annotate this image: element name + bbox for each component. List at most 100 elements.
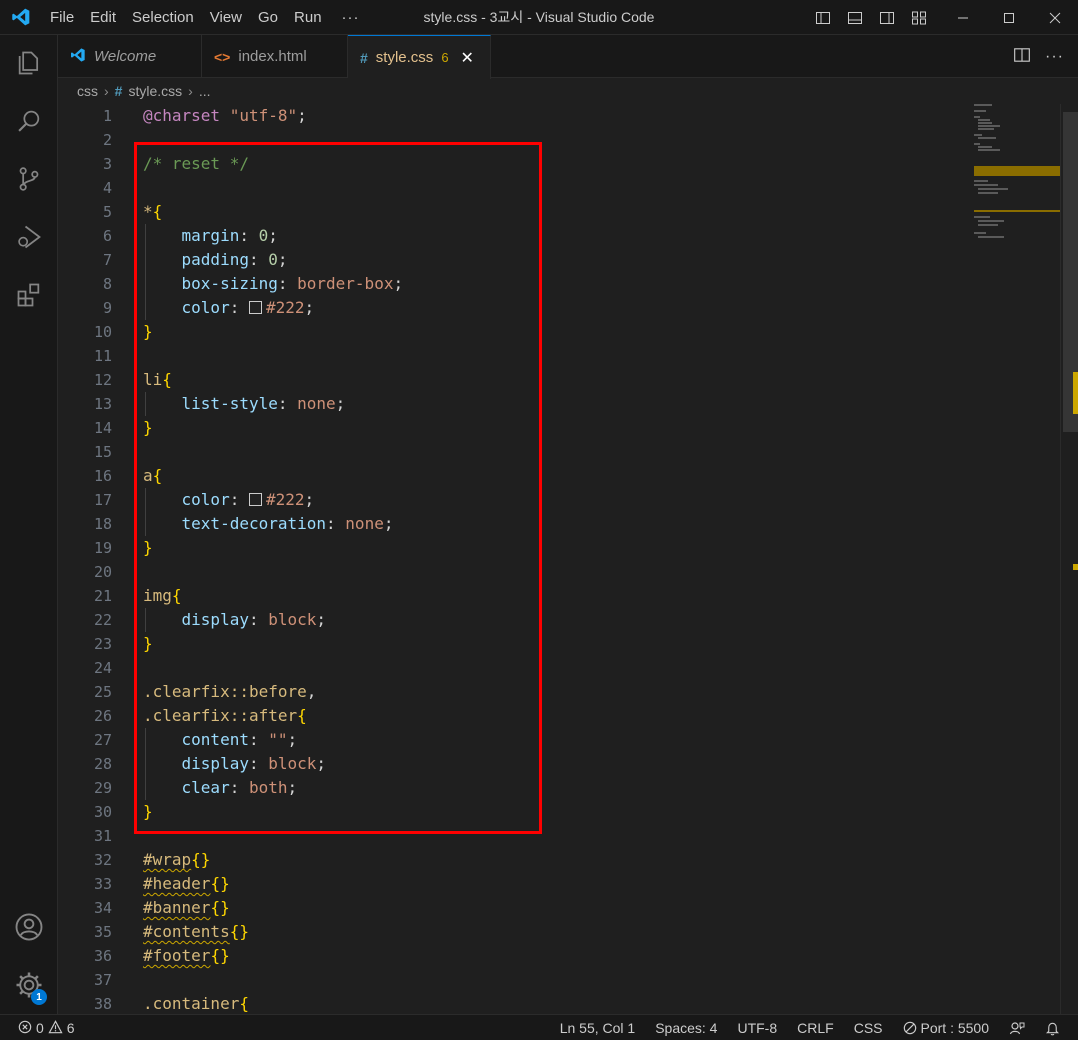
line-number: 7 (102, 251, 112, 269)
warning-icon (48, 1019, 63, 1037)
toggle-secondary-sidebar-icon[interactable] (876, 7, 898, 29)
line-number: 20 (93, 563, 112, 581)
code-token: #header (143, 874, 211, 893)
cursor-position[interactable]: Ln 55, Col 1 (560, 1020, 636, 1036)
toggle-primary-sidebar-icon[interactable] (812, 7, 834, 29)
maximize-icon[interactable] (986, 0, 1032, 35)
css-hash-icon: # (114, 83, 123, 99)
manage-gear-icon[interactable]: 1 (0, 961, 58, 1009)
line-number: 3 (102, 155, 112, 173)
problems-count: 6 (441, 50, 449, 65)
encoding[interactable]: UTF-8 (737, 1020, 777, 1036)
code-token: {} (210, 946, 230, 965)
minimap[interactable] (970, 104, 1060, 304)
editor-actions: ··· (1013, 35, 1064, 78)
extensions-icon[interactable] (0, 271, 58, 319)
line-number: 36 (93, 947, 112, 965)
code-token: {} (191, 850, 211, 869)
line-number: 9 (102, 299, 112, 317)
vscode-logo-icon[interactable] (0, 0, 42, 35)
title-bar: File Edit Selection View Go Run ··· styl… (0, 0, 1078, 35)
code-text: #header{} (143, 872, 230, 896)
code-line[interactable]: 38 .container{ (58, 992, 1060, 1014)
line-number: 23 (93, 635, 112, 653)
line-number: 37 (93, 971, 112, 989)
menu-view[interactable]: View (202, 0, 250, 35)
menu-edit[interactable]: Edit (82, 0, 124, 35)
scroll-warning-marker (1073, 564, 1078, 570)
source-control-icon[interactable] (0, 155, 58, 203)
status-bar: 0 6 Ln 55, Col 1 Spaces: 4 UTF-8 CRLF CS… (0, 1014, 1078, 1040)
code-editor[interactable]: 38 .container{37 36 #footer{} 35 #contents{} 3… (58, 104, 1060, 1014)
line-number: 2 (102, 131, 112, 149)
more-actions-icon[interactable]: ··· (1045, 48, 1064, 66)
breadcrumb-folder[interactable]: css (77, 83, 98, 99)
code-token: {} (229, 922, 249, 941)
menu-selection[interactable]: Selection (124, 0, 202, 35)
line-number: 30 (93, 803, 112, 821)
problems-status[interactable]: 0 6 (18, 1015, 75, 1040)
feedback-icon[interactable] (1009, 1020, 1025, 1036)
close-window-icon[interactable] (1032, 0, 1078, 35)
window-controls (940, 0, 1078, 35)
line-number: 19 (93, 539, 112, 557)
css-hash-icon: # (360, 49, 368, 66)
code-text: @charset "utf-8"; (143, 104, 307, 128)
run-debug-icon[interactable] (0, 213, 58, 261)
line-number: 16 (93, 467, 112, 485)
accounts-icon[interactable] (0, 903, 58, 951)
menu-file[interactable]: File (42, 0, 82, 35)
code-line[interactable]: 37 (58, 968, 1060, 992)
line-number: 6 (102, 227, 112, 245)
menu-go[interactable]: Go (250, 0, 286, 35)
minimize-icon[interactable] (940, 0, 986, 35)
toggle-panel-icon[interactable] (844, 7, 866, 29)
language-mode[interactable]: CSS (854, 1020, 883, 1036)
menu-run[interactable]: Run (286, 0, 330, 35)
menu-more[interactable]: ··· (330, 0, 372, 35)
layout-controls (812, 0, 930, 35)
tab-welcome[interactable]: Welcome (58, 35, 202, 78)
tab-style-css[interactable]: # style.css 6 ✕ (348, 35, 491, 79)
line-number: 38 (93, 995, 112, 1013)
line-number: 12 (93, 371, 112, 389)
code-line[interactable]: 34 #banner{} (58, 896, 1060, 920)
code-line[interactable]: 32 #wrap{} (58, 848, 1060, 872)
line-number: 10 (93, 323, 112, 341)
line-number: 28 (93, 755, 112, 773)
breadcrumb: css › # style.css › ... (58, 79, 1060, 103)
error-count: 0 (36, 1020, 44, 1036)
line-number: 13 (93, 395, 112, 413)
line-number: 31 (93, 827, 112, 845)
code-line[interactable]: 33 #header{} (58, 872, 1060, 896)
search-icon[interactable] (0, 97, 58, 145)
split-editor-icon[interactable] (1013, 46, 1031, 67)
breadcrumb-file[interactable]: style.css (128, 83, 182, 99)
indentation[interactable]: Spaces: 4 (655, 1020, 717, 1036)
explorer-icon[interactable] (0, 39, 58, 87)
bell-icon[interactable] (1045, 1021, 1060, 1036)
live-server-port[interactable]: Port : 5500 (903, 1020, 989, 1036)
vertical-scrollbar[interactable] (1060, 104, 1078, 1014)
customize-layout-icon[interactable] (908, 7, 930, 29)
tab-label: index.html (238, 48, 307, 65)
code-token: ; (297, 106, 307, 125)
close-icon[interactable]: ✕ (461, 48, 474, 68)
code-token: { (239, 994, 249, 1013)
code-token: @charset (143, 106, 221, 125)
code-text: #banner{} (143, 896, 230, 920)
code-line[interactable]: 35 #contents{} (58, 920, 1060, 944)
vscode-logo-icon (70, 47, 86, 66)
tab-label: Welcome (94, 48, 157, 65)
line-number: 11 (93, 347, 112, 365)
red-highlight-box (134, 142, 542, 834)
code-line[interactable]: 36 #footer{} (58, 944, 1060, 968)
code-text: #footer{} (143, 944, 230, 968)
breadcrumb-more[interactable]: ... (199, 83, 211, 99)
code-line[interactable]: 1 @charset "utf-8"; (58, 104, 1060, 128)
tab-label: style.css (375, 49, 434, 66)
tab-index-html[interactable]: <> index.html (202, 35, 348, 78)
line-number: 8 (102, 275, 112, 293)
end-of-line[interactable]: CRLF (797, 1020, 834, 1036)
code-token: .container (143, 994, 240, 1013)
